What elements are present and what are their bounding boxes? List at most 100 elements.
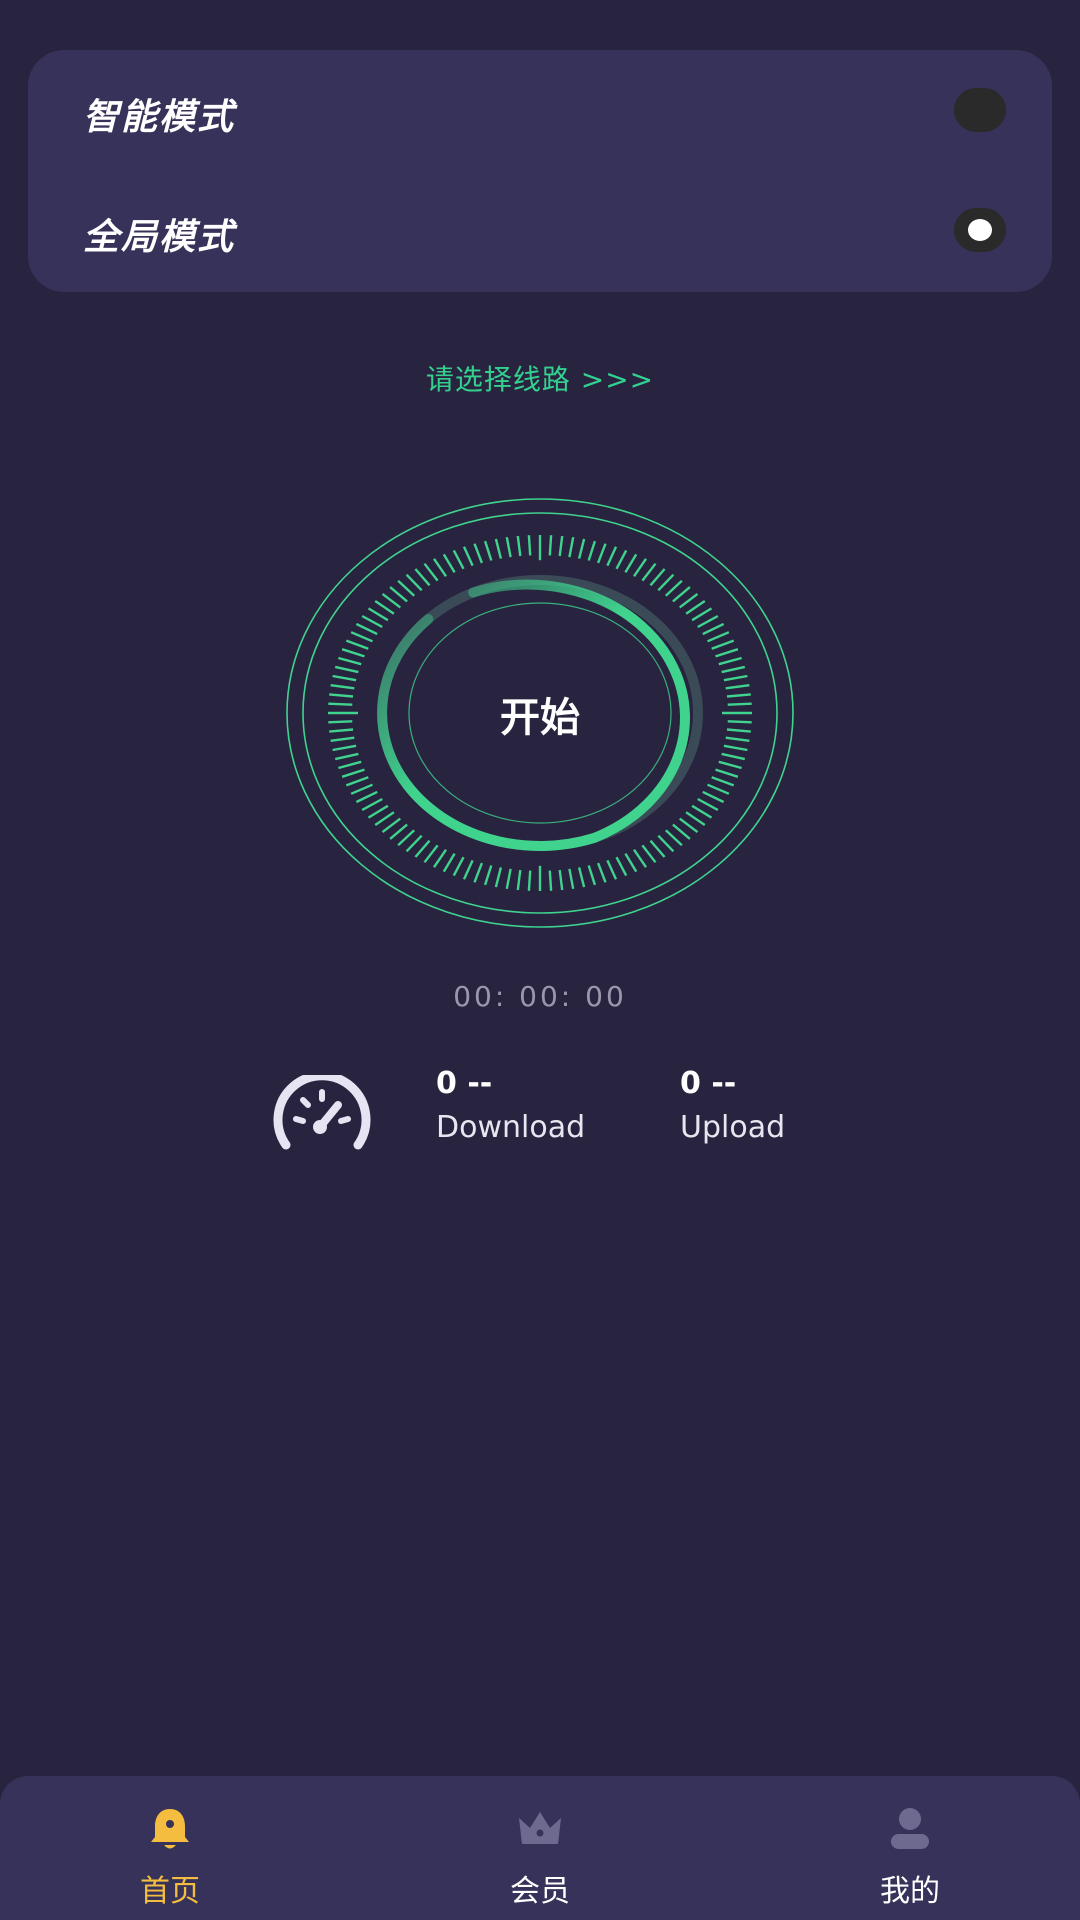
dial-tick: [505, 536, 512, 558]
global-mode-radio[interactable]: [954, 208, 1006, 252]
dial-tick: [721, 752, 746, 761]
dial-tick: [702, 790, 725, 804]
dial-tick: [633, 849, 647, 868]
dial-tick: [718, 760, 742, 770]
dial-tick: [381, 592, 402, 609]
dial-tick: [374, 811, 395, 826]
tab-membership-label: 会员: [510, 1874, 570, 1909]
dial-tick: [568, 536, 575, 558]
dial-tick: [516, 869, 522, 891]
dial-tick: [718, 656, 742, 666]
dial-tick: [452, 549, 465, 570]
dial-tick: [558, 535, 564, 557]
dial-tick: [587, 540, 597, 561]
dial-tick: [615, 856, 628, 877]
dial-tick: [397, 829, 416, 847]
dial-tick: [483, 865, 493, 886]
tab-profile[interactable]: 我的: [810, 1776, 1010, 1920]
dial-tick: [355, 622, 378, 636]
dial-tick: [334, 752, 359, 761]
dial-tick: [338, 656, 362, 666]
upload-value: 0 --: [680, 1066, 737, 1101]
dial-tick: [633, 558, 647, 577]
download-label: Download: [436, 1110, 586, 1145]
dial-tick: [332, 674, 357, 682]
dial-tick: [641, 844, 657, 864]
dial-tick: [577, 867, 586, 888]
global-mode-label: 全局模式: [83, 217, 236, 258]
tab-home-label: 首页: [140, 1874, 200, 1909]
dial-tick: [548, 535, 553, 556]
crown-icon: [519, 1812, 561, 1844]
dial-tick: [649, 839, 666, 858]
dial-tick: [641, 562, 657, 582]
download-stat: 0 -- Download: [436, 1062, 585, 1150]
dial-tick: [685, 811, 706, 826]
dial-tick: [664, 579, 683, 597]
proxy-mode-card: 智能模式 全局模式: [28, 50, 1052, 292]
tab-home[interactable]: 首页: [70, 1776, 270, 1920]
dial-tick: [678, 592, 699, 609]
dial-tick: [715, 768, 739, 778]
bell-icon: [151, 1809, 189, 1849]
dial-tick: [462, 859, 474, 880]
select-route-link[interactable]: 请选择线路 >>>: [0, 358, 1080, 398]
dial-tick: [433, 558, 447, 577]
smart-mode-radio[interactable]: [954, 88, 1006, 132]
dial-tick: [332, 744, 357, 752]
dial-tick: [367, 607, 389, 622]
dial-tick: [374, 600, 395, 615]
dial-tick: [473, 862, 484, 883]
dial-tick: [672, 586, 691, 603]
user-icon: [891, 1808, 929, 1849]
dial-tick: [527, 870, 532, 891]
dial-tick: [442, 852, 456, 873]
dial-tick: [350, 783, 373, 795]
upload-label: Upload: [680, 1110, 786, 1145]
dial-tick: [367, 804, 389, 819]
dial-tick: [711, 776, 735, 787]
dial-tick: [341, 768, 365, 778]
dial-tick: [596, 862, 607, 883]
dial-tick: [723, 744, 748, 752]
dial-tick: [697, 797, 719, 811]
speedometer-icon: [273, 1075, 371, 1150]
dial-tick: [691, 804, 713, 819]
dial-tick: [505, 868, 512, 890]
connect-dial[interactable]: 开始: [283, 495, 797, 931]
dial-tick: [664, 829, 683, 847]
dial-tick: [423, 562, 439, 582]
dial-tick: [433, 849, 447, 868]
smart-mode-row[interactable]: 智能模式: [28, 60, 1052, 160]
dial-tick: [606, 546, 618, 567]
dial-tick: [624, 852, 638, 873]
dial-tick: [516, 535, 522, 557]
dial-tick: [702, 622, 725, 636]
dial-tick: [345, 776, 369, 787]
dial-tick: [606, 859, 618, 880]
dial-tick: [473, 543, 484, 564]
dial-tick: [442, 553, 456, 574]
dial-tick: [361, 615, 383, 629]
upload-stat: 0 -- Upload: [680, 1062, 785, 1150]
dial-tick: [483, 540, 493, 561]
dial-tick: [678, 817, 699, 834]
start-button[interactable]: 开始: [283, 685, 797, 743]
dial-tick: [657, 573, 675, 592]
home-screen: 智能模式 全局模式 请选择线路 >>> 开始 00: 00: 00 0 -- D…: [0, 0, 1080, 1920]
tab-membership[interactable]: 会员: [440, 1776, 640, 1920]
global-mode-row[interactable]: 全局模式: [28, 180, 1052, 280]
dial-tick: [381, 817, 402, 834]
dial-tick: [414, 839, 431, 858]
dial-tick: [389, 586, 408, 603]
dial-tick: [405, 834, 423, 853]
dial-tick: [697, 615, 719, 629]
dial-tick: [405, 573, 423, 592]
dial-tick: [691, 607, 713, 622]
dial-tick: [715, 648, 739, 658]
dial-tick: [672, 823, 691, 840]
dial-tick: [414, 568, 431, 587]
dial-tick: [685, 600, 706, 615]
radio-selected-dot: [968, 219, 992, 241]
dial-tick: [341, 648, 365, 658]
